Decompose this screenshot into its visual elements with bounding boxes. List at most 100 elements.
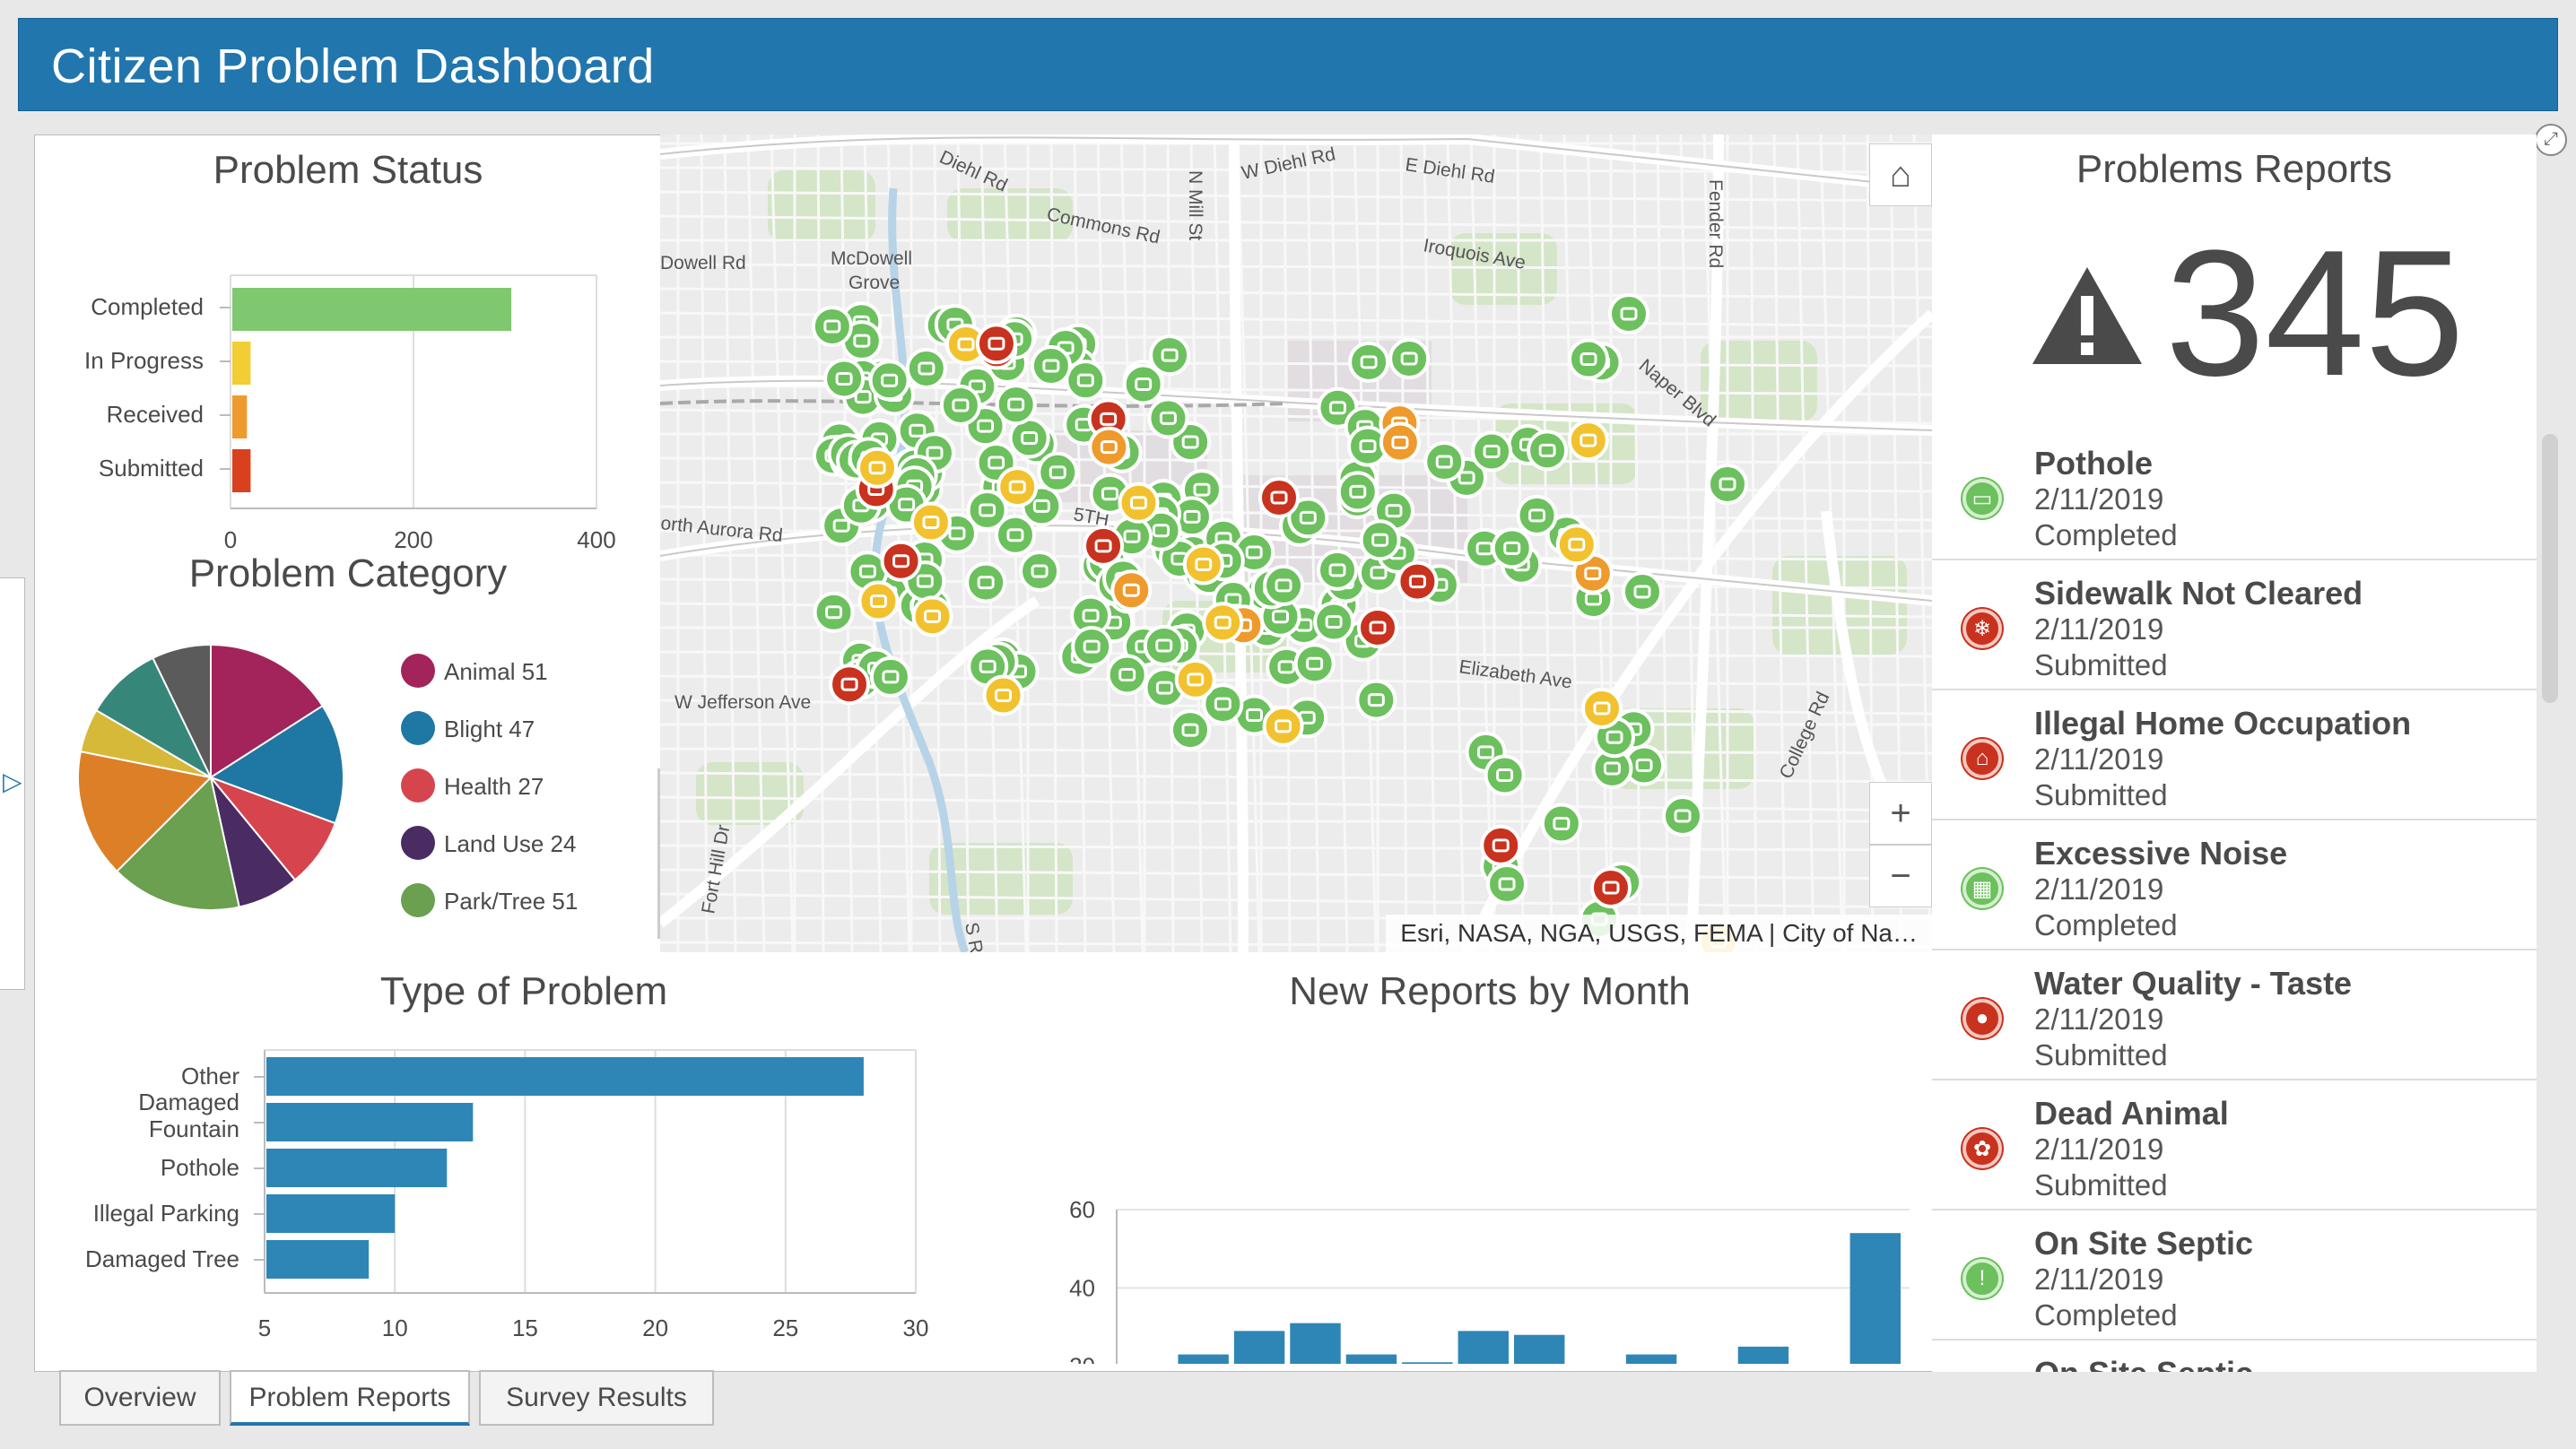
problem-marker[interactable]: [1118, 482, 1160, 524]
problem-marker[interactable]: [1336, 471, 1379, 513]
problem-marker[interactable]: [1359, 519, 1401, 561]
report-list-item[interactable]: ▭ Pothole 2/11/2019 Completed: [1932, 432, 2537, 560]
report-title: Dead Animal: [2034, 1095, 2229, 1132]
problem-marker[interactable]: [1083, 525, 1125, 567]
problem-marker[interactable]: [965, 561, 1007, 603]
problem-marker[interactable]: [1106, 654, 1148, 696]
report-status: Completed: [2034, 518, 2178, 551]
problem-marker[interactable]: [1480, 824, 1522, 866]
problem-marker[interactable]: [1486, 863, 1528, 905]
problem-marker[interactable]: [811, 305, 853, 347]
chevron-right-icon[interactable]: ▷: [3, 767, 22, 796]
problem-marker[interactable]: [1567, 338, 1609, 380]
problem-marker[interactable]: [909, 501, 952, 543]
problem-marker[interactable]: [1567, 420, 1609, 462]
problem-marker[interactable]: [1581, 688, 1623, 729]
problem-marker[interactable]: [1182, 543, 1224, 586]
problem-marker[interactable]: [1088, 426, 1130, 468]
problem-marker[interactable]: [1379, 421, 1421, 464]
problem-marker[interactable]: [1110, 569, 1153, 612]
problem-marker[interactable]: [1317, 549, 1359, 591]
problem-marker[interactable]: [1397, 560, 1439, 603]
problem-marker[interactable]: [1202, 602, 1244, 644]
problem-marker[interactable]: [1037, 451, 1079, 493]
home-icon[interactable]: ⌂: [1890, 155, 1911, 195]
problem-marker[interactable]: [1423, 441, 1466, 483]
report-list-item[interactable]: ▦ Excessive Noise 2/11/2019 Completed: [1932, 822, 2537, 950]
problem-marker[interactable]: [1313, 601, 1355, 643]
problem-marker[interactable]: [1471, 430, 1513, 473]
problem-marker[interactable]: [1622, 571, 1663, 612]
problem-marker[interactable]: [1484, 754, 1526, 796]
problem-marker[interactable]: [1143, 624, 1185, 666]
problem-marker[interactable]: [813, 591, 855, 633]
problem-marker[interactable]: [823, 358, 866, 400]
problem-marker[interactable]: [1540, 803, 1582, 845]
problem-marker[interactable]: [829, 664, 871, 706]
month-bar: [1290, 1323, 1341, 1364]
x-tick-label: 200: [394, 526, 432, 553]
problem-marker[interactable]: [880, 540, 922, 582]
problem-marker[interactable]: [1169, 709, 1211, 751]
problem-marker[interactable]: [1662, 795, 1703, 837]
status-panel-title: Problem Status: [213, 148, 483, 192]
zoom-in-button[interactable]: +: [1869, 782, 1932, 845]
map-attribution: Esri, NASA, NGA, USGS, FEMA | City of Na…: [1386, 915, 1932, 952]
home-button[interactable]: ⌂: [1869, 143, 1932, 206]
report-list-item[interactable]: ❄ Sidewalk Not Cleared 2/11/2019 Submitted: [1932, 562, 2537, 690]
tab-problem-reports[interactable]: Problem Reports: [230, 1370, 470, 1426]
problem-marker[interactable]: [1147, 397, 1189, 439]
problem-marker[interactable]: [1516, 494, 1558, 536]
category-pie-chart: [77, 643, 344, 911]
problem-marker[interactable]: [1263, 564, 1305, 606]
problem-marker[interactable]: [995, 384, 1037, 426]
problem-marker[interactable]: [857, 580, 900, 622]
zoom-out-button[interactable]: −: [1869, 845, 1932, 907]
month-bar: [1514, 1334, 1565, 1364]
problem-marker[interactable]: [1388, 338, 1431, 380]
side-panel-toggle[interactable]: ▷: [0, 577, 25, 990]
problem-marker[interactable]: [1293, 643, 1336, 685]
problem-marker[interactable]: [996, 466, 1039, 508]
problem-marker[interactable]: [1030, 345, 1072, 387]
problem-marker[interactable]: [1608, 293, 1649, 334]
problems-map[interactable]: Diehl Rd W Diehl Rd E Diehl Rd N Mill St Dow…: [660, 134, 1932, 952]
problem-marker[interactable]: [1071, 626, 1113, 668]
report-list-item[interactable]: ⌂ Illegal Home Occupation 2/11/2019 Submitt…: [1932, 692, 2537, 820]
legend-label: Blight 47: [444, 716, 535, 742]
expand-icon[interactable]: ⤢: [2535, 124, 2567, 156]
map-canvas[interactable]: Diehl Rd W Diehl Rd E Diehl RdN Mill StDow…: [660, 134, 1932, 952]
problem-marker[interactable]: [1357, 607, 1398, 648]
problem-marker[interactable]: [1527, 429, 1569, 472]
marker-circle: [965, 561, 1007, 603]
report-title: On Site Septic: [2034, 1225, 2254, 1262]
problem-marker[interactable]: [1590, 867, 1632, 908]
report-list[interactable]: ▭ Pothole 2/11/2019 Completed ❄ Sidewalk Not …: [1932, 432, 2537, 1372]
problem-marker[interactable]: [1707, 464, 1748, 505]
problem-marker[interactable]: [1019, 551, 1061, 593]
problem-marker[interactable]: [868, 360, 910, 402]
problem-marker[interactable]: [1065, 360, 1107, 402]
problem-marker[interactable]: [1149, 334, 1191, 377]
problem-marker[interactable]: [911, 595, 953, 638]
problem-marker[interactable]: [857, 447, 899, 489]
problem-marker[interactable]: [1262, 705, 1304, 747]
report-list-item[interactable]: ● Water Quality - Taste 2/11/2019 Submitted: [1932, 952, 2537, 1080]
problem-marker[interactable]: [939, 384, 981, 426]
problem-marker[interactable]: [982, 674, 1024, 716]
tab-overview[interactable]: Overview: [59, 1370, 221, 1426]
problem-marker[interactable]: [1355, 679, 1397, 721]
problem-marker[interactable]: [1174, 658, 1216, 700]
reports-scrollbar[interactable]: [2542, 434, 2558, 703]
problem-marker[interactable]: [1258, 477, 1300, 518]
problem-marker[interactable]: [1555, 524, 1597, 566]
report-list-item[interactable]: !On Site Septic: [1932, 1342, 2537, 1372]
tab-survey-results[interactable]: Survey Results: [479, 1370, 714, 1426]
problem-marker[interactable]: [975, 323, 1017, 365]
problem-marker[interactable]: [869, 655, 911, 698]
report-list-item[interactable]: ! On Site Septic 2/11/2019 Completed: [1932, 1212, 2537, 1341]
report-list-item[interactable]: ✿ Dead Animal 2/11/2019 Submitted: [1932, 1082, 2537, 1210]
problem-marker[interactable]: [905, 347, 947, 389]
problem-marker[interactable]: [1348, 341, 1390, 383]
problem-marker[interactable]: [1491, 527, 1533, 569]
